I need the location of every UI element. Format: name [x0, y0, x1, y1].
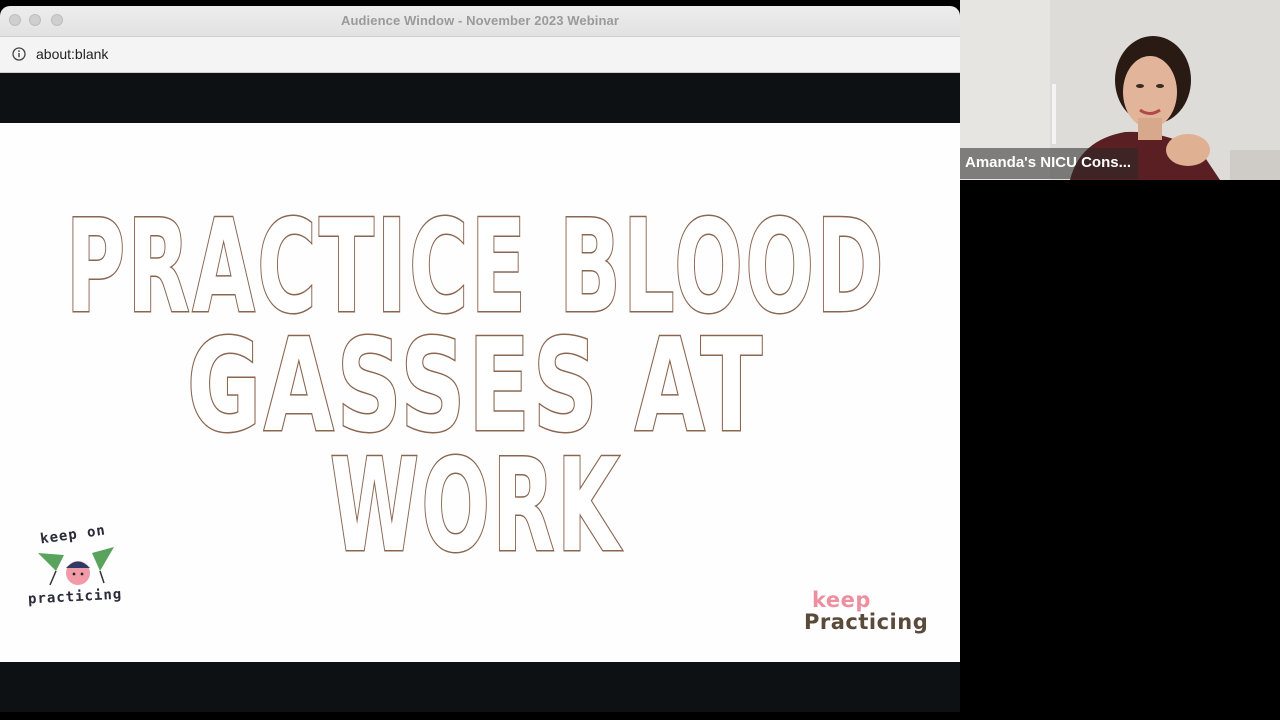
logo-right-top-text: keep: [812, 588, 871, 612]
title-bar[interactable]: Audience Window - November 2023 Webinar: [0, 6, 960, 37]
info-circle-icon[interactable]: [12, 47, 26, 61]
headline-line-3: WORK: [330, 432, 623, 581]
audience-window: Audience Window - November 2023 Webinar …: [0, 6, 960, 712]
url-text[interactable]: about:blank: [36, 46, 108, 62]
slide-letterbox-bottom: [0, 662, 960, 712]
window-title: Audience Window - November 2023 Webinar: [340, 13, 620, 28]
slide-headline: PRACTICE BLOOD GASSES AT WORK: [65, 192, 884, 583]
mascot-icon: [38, 547, 114, 586]
slide-letterbox-top: [0, 73, 960, 122]
logo-right-bottom-text: Practicing: [804, 610, 929, 634]
keep-practicing-logo: keep Practicing: [800, 588, 930, 648]
presentation-slide: PRACTICE BLOOD GASSES AT WORK keep on pr…: [0, 123, 960, 662]
participant-name-label: Amanda's NICU Cons...: [960, 148, 1138, 179]
keep-on-practicing-logo: keep on practicing: [28, 522, 124, 613]
address-bar: about:blank: [0, 37, 960, 73]
